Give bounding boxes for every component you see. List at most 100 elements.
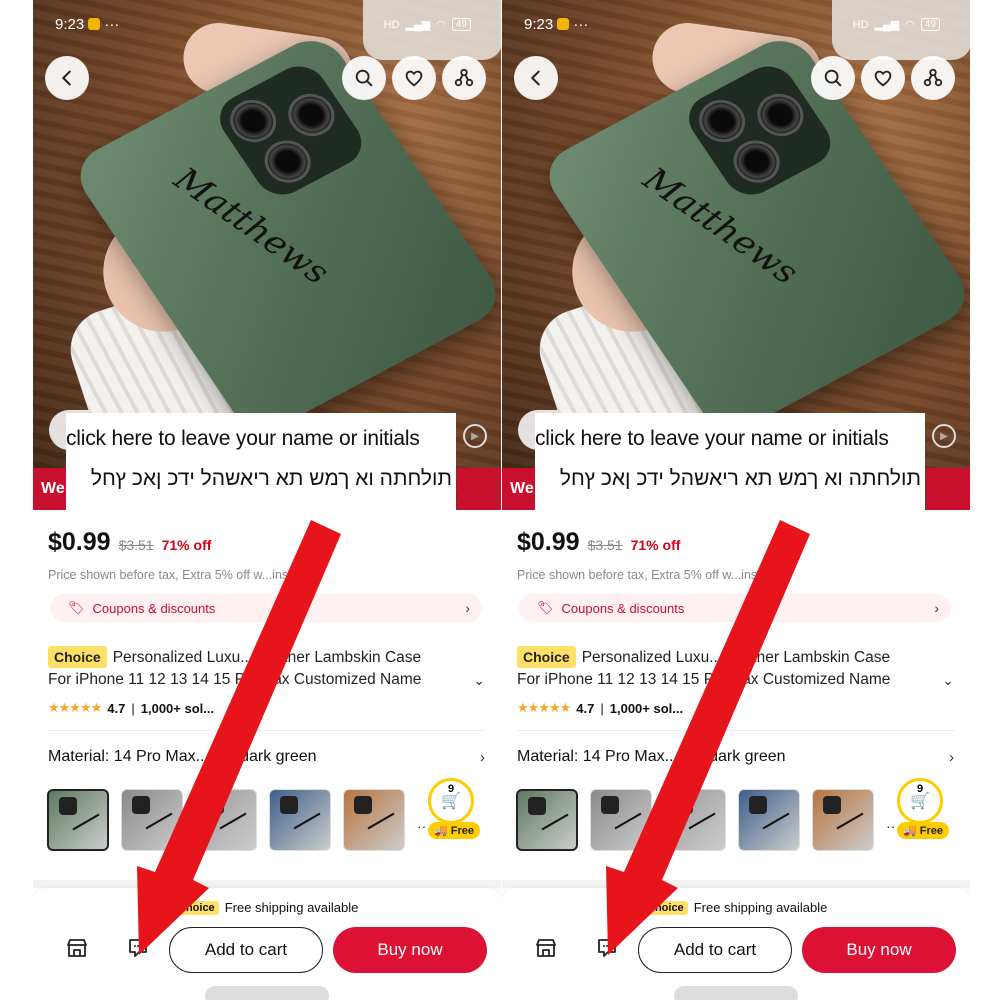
chat-button[interactable] xyxy=(593,934,621,962)
title-line1: Personalized Luxu... Leather Lambskin Ca… xyxy=(581,649,891,666)
swatch-camera xyxy=(59,797,77,815)
search-button[interactable] xyxy=(342,56,386,100)
chevron-left-icon xyxy=(61,70,71,86)
lens xyxy=(724,132,789,191)
color-swatch[interactable] xyxy=(812,789,874,851)
color-swatch[interactable] xyxy=(343,789,405,851)
variant-label[interactable]: Material: 14 Pro Max... lor: dark green xyxy=(48,748,317,766)
notification-icon xyxy=(557,18,570,30)
chevron-down-icon[interactable]: ⌄ xyxy=(942,672,954,689)
color-swatch[interactable] xyxy=(269,789,331,851)
title-line2: For iPhone 11 12 13 14 15 P... Max Custo… xyxy=(517,671,891,688)
promo-strip: We xyxy=(33,468,66,510)
buy-now-button[interactable]: Buy now xyxy=(333,927,487,973)
shipping-banner: Choice Free shipping available xyxy=(643,900,827,915)
coupons-bar[interactable]: 🏷 Coupons & discounts › xyxy=(50,594,482,622)
play-icon[interactable]: ▶ xyxy=(932,424,956,448)
phone-screen: Matthews 9:23 ··· HD ▂▄▆ ◠ 49 We ▶ click… xyxy=(33,0,501,1000)
swatch-camera xyxy=(280,796,298,814)
store-button[interactable] xyxy=(63,934,91,962)
battery-icon: 49 xyxy=(920,18,940,31)
swatch-camera xyxy=(528,797,546,815)
color-swatch[interactable] xyxy=(121,789,183,851)
shipping-text: Free shipping available xyxy=(693,900,828,915)
rating-row[interactable]: ★★★★★ 4.7 | 1,000+ sol... xyxy=(517,700,683,716)
title-line1: Personalized Luxu... Leather Lambskin Ca… xyxy=(112,649,422,666)
chevron-down-icon[interactable]: ⌄ xyxy=(473,672,485,689)
discount-label: 71% off xyxy=(161,537,212,553)
divider-bar: | xyxy=(600,700,604,716)
swatch-signature xyxy=(762,812,790,830)
current-price: $0.99 xyxy=(48,528,111,556)
rating-row[interactable]: ★★★★★ 4.7 | 1,000+ sol... xyxy=(48,700,214,716)
home-indicator xyxy=(205,986,329,1000)
color-swatch[interactable] xyxy=(516,789,578,851)
color-swatch[interactable] xyxy=(195,789,257,851)
chat-icon xyxy=(598,939,616,957)
swatch-camera xyxy=(354,796,372,814)
back-button[interactable] xyxy=(514,56,558,100)
search-button[interactable] xyxy=(811,56,855,100)
chevron-right-icon[interactable]: › xyxy=(949,749,954,766)
wishlist-button[interactable] xyxy=(392,56,436,100)
store-icon xyxy=(67,939,87,957)
signal-icon: ▂▄▆ xyxy=(405,19,431,31)
add-to-cart-button[interactable]: Add to cart xyxy=(169,927,323,973)
free-pill: 🚚 Free xyxy=(897,822,950,839)
choice-badge: Choice xyxy=(48,646,107,668)
divider xyxy=(48,730,486,731)
instruction-hebrew: תולחתה וא ךמש תא ריאשהל ידכ ןאכ ץחל xyxy=(90,467,452,490)
tax-note: Price shown before tax, Extra 5% off w..… xyxy=(48,568,289,582)
coupons-label: Coupons & discounts xyxy=(92,600,216,616)
swatch-camera xyxy=(132,796,150,814)
home-indicator xyxy=(674,986,798,1000)
promo-strip-right xyxy=(926,468,970,510)
wishlist-button[interactable] xyxy=(861,56,905,100)
lens xyxy=(279,86,344,144)
rating-score: 4.7 xyxy=(576,700,595,716)
instruction-overlay: click here to leave your name or initial… xyxy=(66,413,456,510)
chat-button[interactable] xyxy=(124,934,152,962)
share-icon xyxy=(454,68,474,87)
title-line2: For iPhone 11 12 13 14 15 P... Max Custo… xyxy=(48,671,422,688)
swatch-signature xyxy=(72,813,100,831)
chevron-right-icon: › xyxy=(465,600,470,616)
tax-note: Price shown before tax, Extra 5% off w..… xyxy=(517,568,758,582)
color-swatch[interactable] xyxy=(664,789,726,851)
shipping-banner: Choice Free shipping available xyxy=(174,900,358,915)
product-title[interactable]: Choice Personalized Luxu... Leather Lambs… xyxy=(517,646,937,691)
wifi-icon: ◠ xyxy=(436,19,446,31)
chevron-right-icon[interactable]: › xyxy=(480,749,485,766)
play-icon[interactable]: ▶ xyxy=(463,424,487,448)
add-to-cart-button[interactable]: Add to cart xyxy=(638,927,792,973)
back-button[interactable] xyxy=(45,56,89,100)
swatch-signature xyxy=(219,812,247,830)
color-swatch[interactable] xyxy=(738,789,800,851)
share-button[interactable] xyxy=(442,56,486,100)
choice-badge-small: Choice xyxy=(643,900,688,915)
swatch-camera xyxy=(823,796,841,814)
coupons-bar[interactable]: 🏷 Coupons & discounts › xyxy=(519,594,951,622)
swatch-camera xyxy=(749,796,767,814)
coupon-tag-icon: 🏷 xyxy=(68,600,85,615)
swatch-signature xyxy=(293,812,321,830)
notification-icon xyxy=(88,18,101,30)
cart-badge[interactable]: 🛒 9 xyxy=(897,778,943,824)
coupon-tag-icon: 🏷 xyxy=(537,600,554,615)
color-swatch[interactable] xyxy=(590,789,652,851)
swatch-signature xyxy=(367,812,395,830)
buy-now-button[interactable]: Buy now xyxy=(802,927,956,973)
status-time: 9:23 ··· xyxy=(524,16,589,33)
color-swatch[interactable] xyxy=(47,789,109,851)
tutorial-canvas: Matthews 9:23 ··· HD ▂▄▆ ◠ 49 We ▶ click… xyxy=(0,0,1000,1000)
heart-icon xyxy=(405,70,423,87)
variant-label[interactable]: Material: 14 Pro Max... lor: dark green xyxy=(517,748,786,766)
product-title[interactable]: Choice Personalized Luxu... Leather Lambs… xyxy=(48,646,468,691)
free-pill: 🚚 Free xyxy=(428,822,481,839)
swatch-camera xyxy=(601,796,619,814)
store-button[interactable] xyxy=(532,934,560,962)
original-price: $3.51 xyxy=(118,537,154,553)
share-button[interactable] xyxy=(911,56,955,100)
stars-icon: ★★★★★ xyxy=(517,700,571,715)
cart-badge[interactable]: 🛒 9 xyxy=(428,778,474,824)
